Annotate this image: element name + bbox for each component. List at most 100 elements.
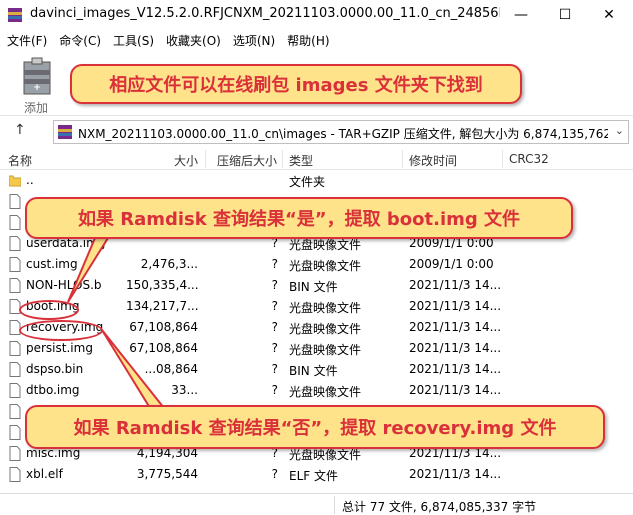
callout-images-folder: 相应文件可以在线刷包 images 文件夹下找到 — [70, 64, 522, 104]
title-bar: davinci_images_V12.5.2.0.RFJCNXM_2021110… — [0, 0, 633, 30]
status-summary: 总计 77 文件, 6,874,085,337 字节 — [342, 500, 537, 514]
file-modified: 2021/11/3 14... — [409, 467, 502, 481]
file-icon — [9, 257, 21, 272]
file-icon — [9, 341, 21, 356]
file-row[interactable]: .. 文件夹 — [0, 170, 633, 191]
add-button-label: 添加 — [24, 101, 49, 115]
column-crc32[interactable]: CRC32 — [509, 152, 549, 166]
address-path: NXM_20211103.0000.00_11.0_cn\images - TA… — [78, 127, 608, 141]
file-modified: 2021/11/3 14... — [409, 278, 502, 292]
file-name: .. — [26, 173, 34, 187]
file-type: BIN 文件 — [289, 280, 338, 294]
recovery-img-highlight-circle — [19, 320, 103, 341]
file-type: 光盘映像文件 — [289, 343, 362, 357]
file-size: 3,775,544 — [136, 467, 198, 481]
chevron-down-icon[interactable]: ⌄ — [615, 124, 624, 137]
file-icon — [9, 425, 21, 440]
column-packed-size[interactable]: 压缩后大小 — [217, 152, 277, 169]
file-modified: 2021/11/3 14... — [409, 383, 502, 397]
file-icon — [9, 467, 21, 482]
address-bar: ↑ NXM_20211103.0000.00_11.0_cn\images - … — [0, 118, 633, 146]
maximize-button[interactable]: ☐ — [543, 0, 587, 30]
column-divider[interactable] — [205, 150, 206, 168]
file-row[interactable]: NON-HLOS.b 150,335,4...? BIN 文件 2021/11/3 1… — [0, 275, 633, 296]
column-header-row: 名称 大小 压缩后大小 类型 修改时间 CRC32 — [0, 148, 633, 170]
folder-icon — [9, 175, 21, 187]
file-icon — [9, 383, 21, 398]
file-icon — [9, 236, 21, 251]
file-type: 文件夹 — [289, 175, 326, 189]
file-row[interactable]: dspso.bin ...08,864? BIN 文件 2021/11/3 14... — [0, 359, 633, 380]
winrar-icon — [8, 8, 22, 22]
file-name: cust.img — [26, 257, 78, 271]
file-type: 光盘映像文件 — [289, 301, 362, 315]
file-name: persist.img — [26, 341, 93, 355]
file-modified: 2021/11/3 14... — [409, 362, 502, 376]
window-title: davinci_images_V12.5.2.0.RFJCNXM_2021110… — [30, 6, 500, 21]
up-arrow-icon[interactable]: ↑ — [14, 122, 26, 138]
file-modified: 2021/11/3 14... — [409, 320, 502, 334]
file-icon — [9, 446, 21, 461]
file-modified: 2009/1/1 0:00 — [409, 257, 494, 271]
file-size: 134,217,7... — [126, 299, 198, 313]
minimize-button[interactable]: — — [499, 0, 543, 30]
callout-recovery-img: 如果 Ramdisk 查询结果“否”，提取 recovery.img 文件 — [25, 405, 605, 449]
file-row[interactable]: boot.img 134,217,7...? 光盘映像文件 2021/11/3 14.… — [0, 296, 633, 317]
file-packed-size: ? — [271, 362, 278, 376]
menu-favorites[interactable]: 收藏夹(O) — [163, 32, 230, 49]
menu-help[interactable]: 帮助(H) — [284, 32, 338, 49]
column-divider[interactable] — [282, 150, 283, 168]
file-packed-size: ? — [271, 299, 278, 313]
address-field[interactable]: NXM_20211103.0000.00_11.0_cn\images - TA… — [53, 120, 629, 144]
file-size: 150,335,4... — [126, 278, 198, 292]
file-row[interactable]: dtbo.img 33...? 光盘映像文件 2021/11/3 14... — [0, 380, 633, 401]
column-size[interactable]: 大小 — [174, 152, 198, 169]
menu-tools[interactable]: 工具(S) — [110, 32, 163, 49]
close-button[interactable]: ✕ — [587, 0, 631, 30]
file-name: dtbo.img — [26, 383, 80, 397]
menu-file[interactable]: 文件(F) — [4, 32, 56, 49]
callout-boot-img: 如果 Ramdisk 查询结果“是”，提取 boot.img 文件 — [25, 197, 573, 239]
svg-text:+: + — [33, 83, 41, 93]
status-bar: 总计 77 文件, 6,874,085,337 字节 — [0, 493, 633, 515]
boot-img-highlight-circle — [19, 300, 79, 320]
file-icon — [9, 215, 21, 230]
file-size: 33... — [171, 383, 198, 397]
file-packed-size: ? — [271, 383, 278, 397]
file-packed-size: ? — [271, 320, 278, 334]
file-packed-size: ? — [271, 257, 278, 271]
file-type: 光盘映像文件 — [289, 259, 362, 273]
file-size: 67,108,864 — [129, 341, 198, 355]
column-name[interactable]: 名称 — [8, 152, 32, 169]
file-type: BIN 文件 — [289, 364, 338, 378]
file-packed-size: ? — [271, 278, 278, 292]
file-icon — [9, 362, 21, 377]
column-modified[interactable]: 修改时间 — [409, 152, 457, 169]
add-button[interactable]: + 添加 — [20, 56, 56, 115]
menu-options[interactable]: 选项(N) — [230, 32, 284, 49]
file-type: 光盘映像文件 — [289, 385, 362, 399]
file-size: 67,108,864 — [129, 320, 198, 334]
column-divider[interactable] — [502, 150, 503, 168]
add-archive-icon: + — [23, 57, 51, 95]
status-divider — [334, 496, 335, 514]
file-icon — [9, 278, 21, 293]
file-packed-size: ? — [271, 467, 278, 481]
file-icon — [9, 404, 21, 419]
file-size: ...08,864 — [144, 362, 198, 376]
file-name: NON-HLOS.b — [26, 278, 102, 292]
file-icon — [9, 194, 21, 209]
file-modified: 2021/11/3 14... — [409, 341, 502, 355]
file-modified: 2021/11/3 14... — [409, 299, 502, 313]
column-type[interactable]: 类型 — [289, 152, 313, 169]
file-row[interactable]: cust.img 2,476,3...? 光盘映像文件 2009/1/1 0:00 — [0, 254, 633, 275]
menu-command[interactable]: 命令(C) — [56, 32, 110, 49]
file-row[interactable]: persist.img 67,108,864? 光盘映像文件 2021/11/3 14… — [0, 338, 633, 359]
file-name: xbl.elf — [26, 467, 63, 481]
file-type: 光盘映像文件 — [289, 322, 362, 336]
column-divider[interactable] — [402, 150, 403, 168]
archive-icon — [58, 125, 72, 139]
file-packed-size: ? — [271, 341, 278, 355]
file-row[interactable]: xbl.elf 3,775,544? ELF 文件 2021/11/3 14... — [0, 464, 633, 485]
menu-bar: 文件(F) 命令(C) 工具(S) 收藏夹(O) 选项(N) 帮助(H) — [0, 30, 633, 50]
